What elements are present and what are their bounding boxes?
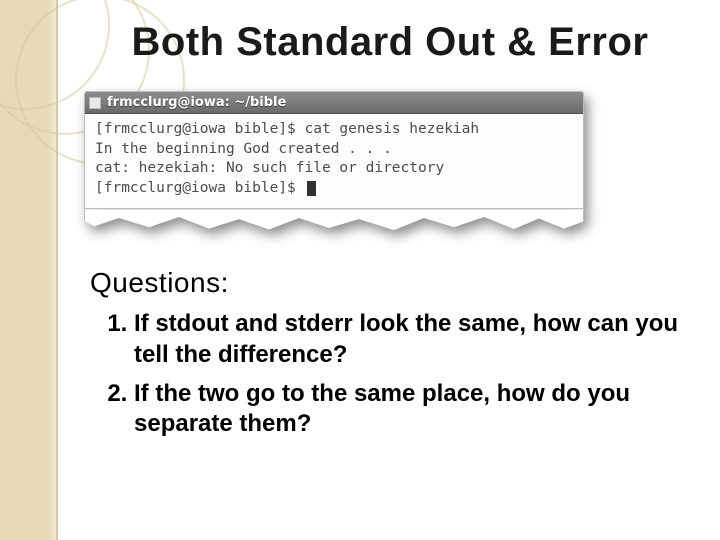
stderr-line: cat: hezekiah: No such file or directory — [95, 160, 444, 176]
questions-heading: Questions: — [90, 267, 690, 299]
window-icon — [89, 97, 101, 109]
terminal-titlebar: frmcclurg@iowa: ~/bible — [85, 92, 583, 114]
questions-list: If stdout and stderr look the same, how … — [90, 309, 690, 440]
slide-content: Both Standard Out & Error frmcclurg@iowa… — [90, 20, 690, 510]
left-accent-band — [0, 0, 58, 540]
cursor — [307, 181, 316, 196]
page-title: Both Standard Out & Error — [90, 20, 690, 65]
terminal-window: frmcclurg@iowa: ~/bible [frmcclurg@iowa … — [84, 91, 584, 209]
list-item: If stdout and stderr look the same, how … — [134, 309, 690, 370]
stdout-line: In the beginning God created . . . — [95, 141, 392, 157]
terminal-screenshot: frmcclurg@iowa: ~/bible [frmcclurg@iowa … — [84, 91, 584, 231]
terminal-body: [frmcclurg@iowa bible]$ cat genesis heze… — [85, 114, 583, 208]
list-item: If the two go to the same place, how do … — [134, 379, 690, 440]
torn-edge — [84, 209, 584, 231]
command-text: cat genesis hezekiah — [305, 121, 480, 137]
prompt: [frmcclurg@iowa bible]$ — [95, 121, 305, 137]
terminal-window-title: frmcclurg@iowa: ~/bible — [107, 95, 286, 110]
slide: Both Standard Out & Error frmcclurg@iowa… — [0, 0, 720, 540]
prompt: [frmcclurg@iowa bible]$ — [95, 180, 305, 196]
